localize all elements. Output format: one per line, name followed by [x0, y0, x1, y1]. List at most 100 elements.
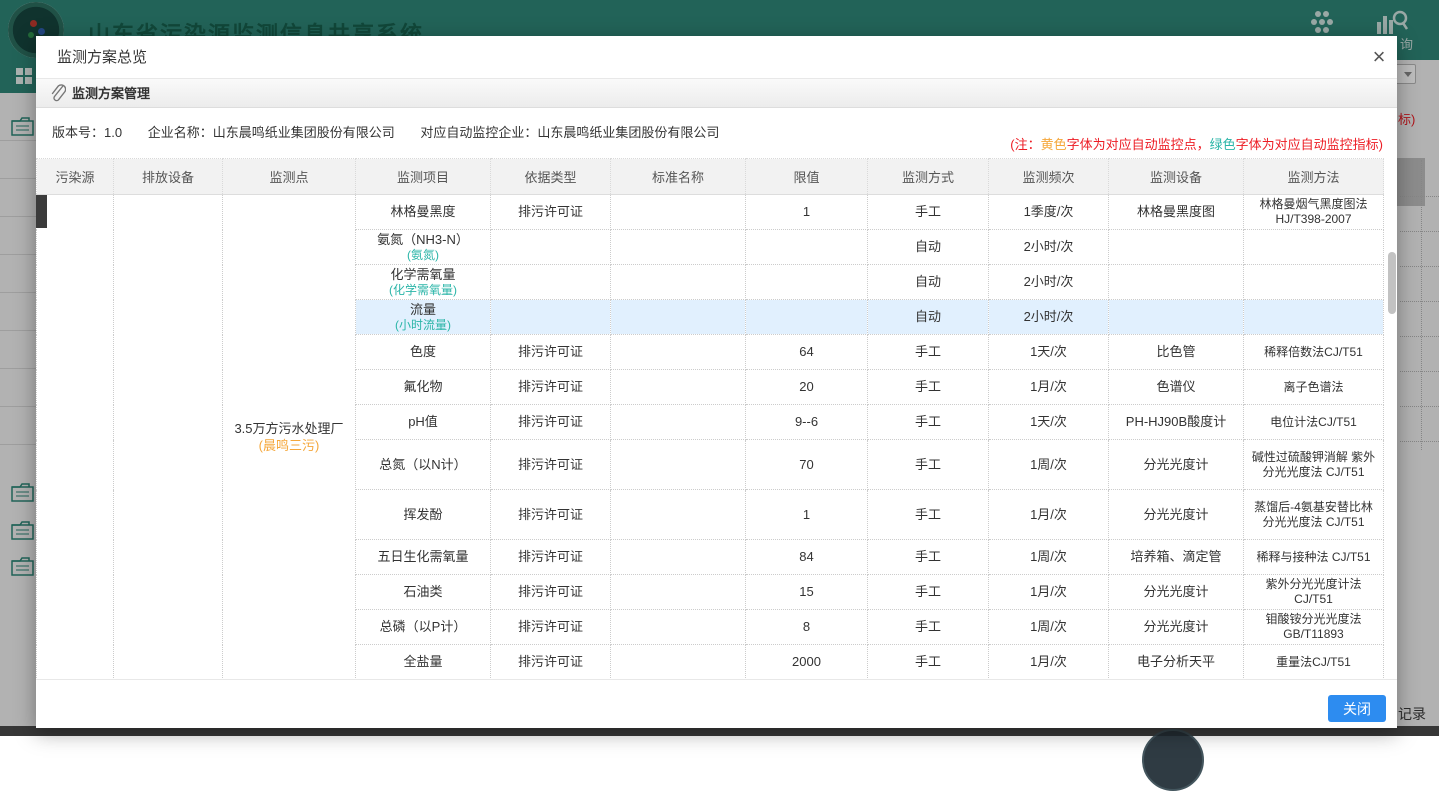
standard-name-cell	[611, 575, 746, 610]
column-header: 监测方式	[868, 159, 989, 195]
monitor-device-cell: 分光光度计	[1109, 610, 1244, 645]
basis-type-cell	[491, 265, 611, 300]
monitor-method-cell: 电位计法CJ/T51	[1244, 405, 1384, 440]
monitor-frequency-cell: 1月/次	[989, 575, 1109, 610]
standard-name-cell	[611, 405, 746, 440]
monitor-method-cell: 稀释与接种法 CJ/T51	[1244, 540, 1384, 575]
limit-value-cell: 8	[746, 610, 868, 645]
monitor-frequency-cell: 1月/次	[989, 645, 1109, 680]
limit-value-cell: 84	[746, 540, 868, 575]
column-header: 监测频次	[989, 159, 1109, 195]
basis-type-cell: 排污许可证	[491, 195, 611, 230]
monitor-device-cell: PH-HJ90B酸度计	[1109, 405, 1244, 440]
monitor-method-cell	[1244, 300, 1384, 335]
auto-indicator-label: (化学需氧量)	[360, 283, 486, 298]
monitor-mode-cell: 手工	[868, 645, 989, 680]
monitor-item-cell: 全盐量	[356, 645, 491, 680]
monitor-item-cell: 流量(小时流量)	[356, 300, 491, 335]
monitor-device-cell: 培养箱、滴定管	[1109, 540, 1244, 575]
limit-value-cell: 1	[746, 490, 868, 540]
monitor-item-cell: 氨氮（NH3-N）(氨氮)	[356, 230, 491, 265]
modal-title: 监测方案总览	[57, 36, 147, 79]
monitor-item-cell: 总氮（以N计）	[356, 440, 491, 490]
monitoring-table-container: 污染源排放设备监测点监测项目依据类型标准名称限值监测方式监测频次监测设备监测方法…	[36, 158, 1397, 679]
column-header: 排放设备	[114, 159, 223, 195]
monitor-frequency-cell: 1季度/次	[989, 195, 1109, 230]
limit-value-cell: 15	[746, 575, 868, 610]
column-header: 监测项目	[356, 159, 491, 195]
modal-title-bar: 监测方案总览 ×	[36, 36, 1397, 79]
monitor-frequency-cell: 1天/次	[989, 405, 1109, 440]
monitor-device-cell: 电子分析天平	[1109, 645, 1244, 680]
limit-value-cell	[746, 230, 868, 265]
floating-widget[interactable]	[1142, 729, 1204, 791]
auto-indicator-label: (氨氮)	[360, 248, 486, 263]
standard-name-cell	[611, 645, 746, 680]
monitor-method-cell: 林格曼烟气黑度图法HJ/T398-2007	[1244, 195, 1384, 230]
standard-name-cell	[611, 370, 746, 405]
pollution-source-cell	[37, 195, 114, 680]
limit-value-cell: 1	[746, 195, 868, 230]
monitor-device-cell: 林格曼黑度图	[1109, 195, 1244, 230]
basis-type-cell: 排污许可证	[491, 540, 611, 575]
monitor-frequency-cell: 1月/次	[989, 370, 1109, 405]
standard-name-cell	[611, 490, 746, 540]
close-button[interactable]: 关闭	[1328, 695, 1386, 722]
limit-value-cell	[746, 265, 868, 300]
discharge-device-cell	[114, 195, 223, 680]
monitor-mode-cell: 手工	[868, 610, 989, 645]
monitoring-table: 污染源排放设备监测点监测项目依据类型标准名称限值监测方式监测频次监测设备监测方法…	[36, 158, 1384, 680]
basis-type-cell	[491, 230, 611, 265]
monitor-device-cell: 分光光度计	[1109, 490, 1244, 540]
table-row[interactable]: 3.5万方污水处理厂(晨鸣三污)林格曼黑度排污许可证1手工1季度/次林格曼黑度图…	[37, 195, 1384, 230]
yellow-word: 黄色	[1041, 137, 1067, 152]
plan-info-text: 版本号：1.0 企业名称：山东晨鸣纸业集团股份有限公司 对应自动监控企业：山东晨…	[52, 122, 741, 141]
monitor-device-cell: 比色管	[1109, 335, 1244, 370]
limit-value-cell: 2000	[746, 645, 868, 680]
monitoring-plan-modal: 监测方案总览 × 监测方案管理 版本号：1.0 企业名称：山东晨鸣纸业集团股份有…	[36, 36, 1397, 728]
close-icon[interactable]: ×	[1366, 44, 1392, 70]
monitor-mode-cell: 手工	[868, 490, 989, 540]
column-header: 监测方法	[1244, 159, 1384, 195]
standard-name-cell	[611, 610, 746, 645]
monitor-method-cell: 碱性过硫酸钾消解 紫外分光光度法 CJ/T51	[1244, 440, 1384, 490]
monitor-device-cell: 色谱仪	[1109, 370, 1244, 405]
monitor-method-cell	[1244, 230, 1384, 265]
monitor-frequency-cell: 1天/次	[989, 335, 1109, 370]
standard-name-cell	[611, 300, 746, 335]
auto-company-text: 对应自动监控企业：山东晨鸣纸业集团股份有限公司	[420, 125, 719, 140]
basis-type-cell: 排污许可证	[491, 370, 611, 405]
column-header: 标准名称	[611, 159, 746, 195]
monitor-method-cell: 紫外分光光度计法 CJ/T51	[1244, 575, 1384, 610]
auto-indicator-label: (小时流量)	[360, 318, 486, 333]
fixed-column-fragment	[36, 195, 47, 228]
monitor-method-cell: 重量法CJ/T51	[1244, 645, 1384, 680]
standard-name-cell	[611, 440, 746, 490]
basis-type-cell: 排污许可证	[491, 490, 611, 540]
standard-name-cell	[611, 265, 746, 300]
section-header: 监测方案管理	[36, 79, 1397, 108]
column-header: 限值	[746, 159, 868, 195]
monitor-item-cell: 五日生化需氧量	[356, 540, 491, 575]
monitor-item-cell: 氟化物	[356, 370, 491, 405]
monitor-method-cell	[1244, 265, 1384, 300]
limit-value-cell: 70	[746, 440, 868, 490]
monitor-frequency-cell: 2小时/次	[989, 230, 1109, 265]
monitor-item-cell: 总磷（以P计）	[356, 610, 491, 645]
monitor-method-cell: 稀释倍数法CJ/T51	[1244, 335, 1384, 370]
limit-value-cell: 64	[746, 335, 868, 370]
monitor-item-cell: 林格曼黑度	[356, 195, 491, 230]
limit-value-cell	[746, 300, 868, 335]
monitor-item-cell: 色度	[356, 335, 491, 370]
section-title: 监测方案管理	[72, 79, 150, 108]
monitor-item-cell: 化学需氧量(化学需氧量)	[356, 265, 491, 300]
monitor-method-cell: 离子色谱法	[1244, 370, 1384, 405]
basis-type-cell: 排污许可证	[491, 645, 611, 680]
auto-monitor-point-label: (晨鸣三污)	[227, 437, 351, 454]
monitor-mode-cell: 自动	[868, 265, 989, 300]
monitor-mode-cell: 手工	[868, 405, 989, 440]
monitor-item-cell: pH值	[356, 405, 491, 440]
monitor-mode-cell: 手工	[868, 540, 989, 575]
company-text: 企业名称：山东晨鸣纸业集团股份有限公司	[148, 125, 395, 140]
table-scrollbar-thumb[interactable]	[1388, 252, 1396, 314]
